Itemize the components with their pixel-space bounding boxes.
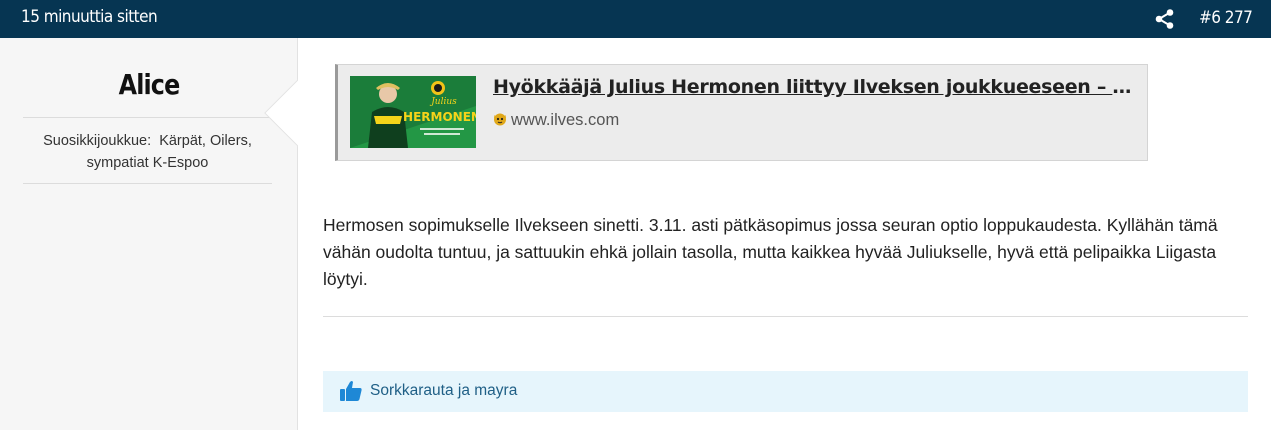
- likes-bar: Sorkkarauta ja mayra: [323, 371, 1248, 412]
- link-preview-domain: www.ilves.com: [511, 111, 620, 129]
- post-number-link[interactable]: #6 277: [1199, 8, 1253, 28]
- favorite-teams: Suosikkijoukkue: Kärpät, Oilers, sympati…: [23, 130, 272, 174]
- post-header-bar: 15 minuuttia sitten #6 277: [0, 0, 1271, 38]
- link-preview-thumbnail[interactable]: Julius HERMONEN: [350, 76, 476, 148]
- site-favicon-icon: [493, 112, 507, 126]
- link-preview-site: www.ilves.com: [493, 111, 619, 130]
- post-timestamp[interactable]: 15 minuuttia sitten: [21, 7, 158, 27]
- favorite-teams-label: Suosikkijoukkue:: [43, 133, 152, 149]
- liked-by-list[interactable]: Sorkkarauta ja mayra: [370, 382, 517, 400]
- post-body: Hermosen sopimukselle Ilvekseen sinetti.…: [323, 215, 1218, 289]
- thumbnail-last-name: HERMONEN: [403, 110, 476, 124]
- divider: [23, 183, 272, 184]
- link-preview-card[interactable]: Julius HERMONEN Hyökkääjä Julius Hermone…: [335, 64, 1148, 161]
- author-sidebar: Alice Suosikkijoukkue: Kärpät, Oilers, s…: [0, 38, 298, 430]
- link-preview-title[interactable]: Hyökkääjä Julius Hermonen liittyy Ilveks…: [493, 76, 1133, 98]
- thumbnail-first-name: Julius: [429, 97, 457, 107]
- divider: [323, 316, 1248, 317]
- thumbs-up-icon[interactable]: [339, 380, 363, 402]
- divider: [23, 117, 272, 118]
- author-name[interactable]: Alice: [22, 68, 275, 101]
- share-icon[interactable]: [1154, 8, 1176, 30]
